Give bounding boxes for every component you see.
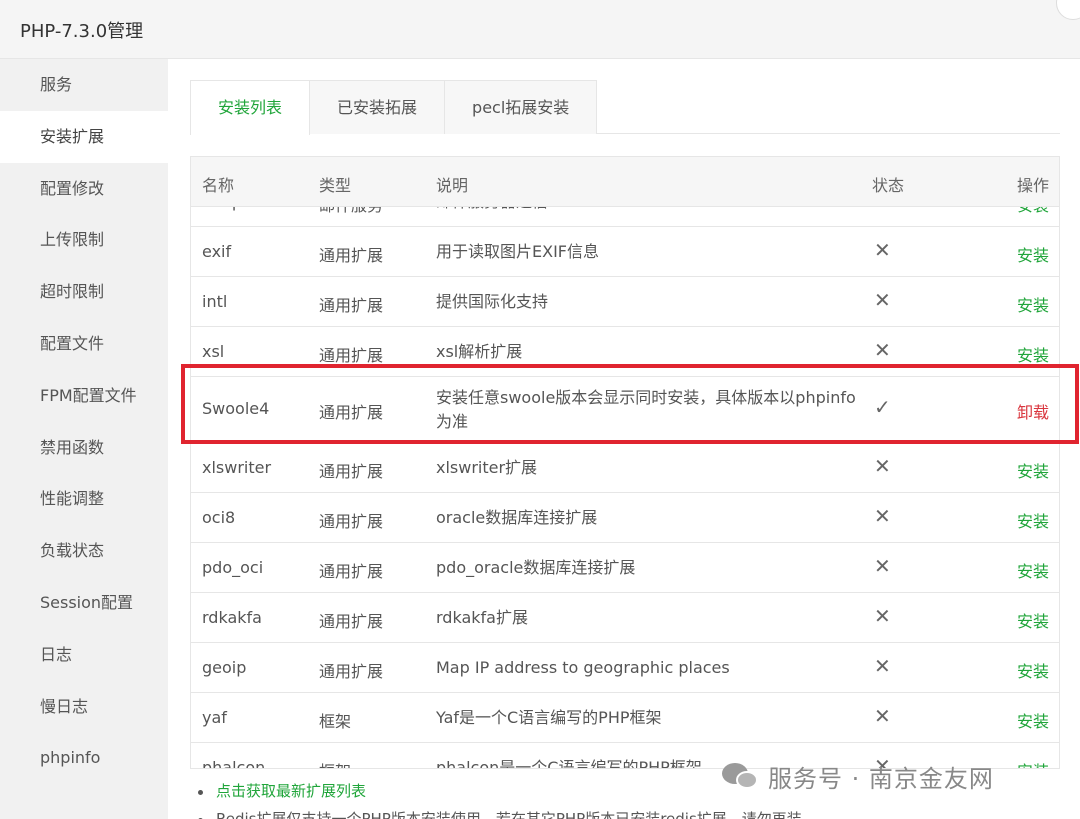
highlight-box — [181, 364, 1079, 444]
sidebar-item-log[interactable]: 日志 — [0, 629, 168, 681]
cell-type: 框架 — [319, 712, 352, 731]
window-title: PHP-7.3.0管理 — [20, 21, 144, 42]
cell-desc: 提供国际化支持 — [436, 292, 549, 311]
tab-installed-extensions[interactable]: 已安装拓展 — [309, 80, 446, 134]
cell-desc: Yaf是一个C语言编写的PHP框架 — [436, 708, 662, 727]
cross-icon: ✕ — [874, 288, 891, 312]
cell-desc: oracle数据库连接扩展 — [436, 508, 598, 527]
cell-desc: xsl解析扩展 — [436, 342, 523, 361]
sidebar-item-performance[interactable]: 性能调整 — [0, 473, 168, 525]
install-button[interactable]: 安装 — [1017, 508, 1049, 532]
cell-type: 框架 — [319, 758, 351, 768]
sidebar-item-phpinfo[interactable]: phpinfo — [0, 732, 168, 784]
close-icon[interactable] — [1056, 0, 1080, 20]
cell-name: xlswriter — [202, 458, 272, 477]
install-button[interactable]: 安装 — [1017, 658, 1049, 682]
cell-name: pdo_oci — [202, 558, 264, 577]
table-header: 名称 类型 说明 状态 操作 — [191, 157, 1059, 207]
cross-icon: ✕ — [874, 654, 891, 678]
table-row: oci8 通用扩展 oracle数据库连接扩展 ✕ 安装 — [191, 493, 1059, 543]
note-text: Redis扩展仅支持一个PHP版本安装使用，若在其它PHP版本已安装redis扩… — [216, 810, 802, 819]
install-button[interactable]: 安装 — [1017, 458, 1049, 482]
wechat-icon — [722, 761, 760, 791]
table-row: xlswriter 通用扩展 xlswriter扩展 ✕ 安装 — [191, 443, 1059, 493]
cell-name: phalcon — [202, 758, 266, 769]
sidebar-item-load-status[interactable]: 负载状态 — [0, 525, 168, 577]
cell-type: 通用扩展 — [319, 612, 384, 631]
cell-type: 通用扩展 — [319, 346, 384, 365]
cell-name: geoip — [202, 658, 247, 677]
cell-type: 通用扩展 — [319, 462, 384, 481]
tab-bar: 安装列表 已安装拓展 pecl拓展安装 — [190, 80, 1060, 135]
cell-desc: xlswriter扩展 — [436, 458, 538, 477]
cell-type: 通用扩展 — [319, 246, 384, 265]
cell-type: 通用扩展 — [319, 562, 384, 581]
cross-icon: ✕ — [874, 454, 891, 478]
table-row: pdo_oci 通用扩展 pdo_oracle数据库连接扩展 ✕ 安装 — [191, 543, 1059, 593]
cell-name: intl — [202, 292, 228, 311]
install-button[interactable]: 安装 — [1017, 292, 1049, 316]
cell-type: 通用扩展 — [319, 512, 384, 531]
refresh-extension-list-link[interactable]: 点击获取最新扩展列表 — [216, 782, 366, 800]
cell-name: exif — [202, 242, 232, 261]
install-button[interactable]: 安装 — [1017, 242, 1049, 266]
watermark-text: 服务号 · 南京金友网 — [768, 764, 994, 793]
cell-desc: pdo_oracle数据库连接扩展 — [436, 558, 636, 577]
cross-icon: ✕ — [874, 504, 891, 528]
table-row: yaf 框架 Yaf是一个C语言编写的PHP框架 ✕ 安装 — [191, 693, 1059, 743]
sidebar-item-config-edit[interactable]: 配置修改 — [0, 163, 168, 215]
window-titlebar: PHP-7.3.0管理 — [0, 0, 1080, 59]
install-button[interactable]: 安装 — [1017, 758, 1049, 768]
install-button[interactable]: 安装 — [1017, 608, 1049, 632]
table-row: exif 通用扩展 用于读取图片EXIF信息 ✕ 安装 — [191, 227, 1059, 277]
table-row: geoip 通用扩展 Map IP address to geographic … — [191, 643, 1059, 693]
sidebar-item-fpm-config[interactable]: FPM配置文件 — [0, 370, 168, 422]
cross-icon: ✕ — [874, 338, 891, 362]
install-button[interactable]: 安装 — [1017, 708, 1049, 732]
cell-name: xsl — [202, 342, 225, 361]
cell-type: 通用扩展 — [319, 296, 384, 315]
extension-table: 名称 类型 说明 状态 操作 imap 邮件服务 邮件服务器通信 ✓ 安装 ex… — [190, 156, 1060, 769]
sidebar-item-session[interactable]: Session配置 — [0, 577, 168, 629]
sidebar-item-disabled-functions[interactable]: 禁用函数 — [0, 422, 168, 474]
tab-install-list[interactable]: 安装列表 — [190, 80, 311, 135]
install-button[interactable]: 安装 — [1017, 342, 1049, 366]
header-desc: 说明 — [436, 176, 469, 195]
sidebar-item-install-extension[interactable]: 安装扩展 — [0, 110, 168, 163]
tab-pecl-install[interactable]: pecl拓展安装 — [444, 80, 598, 134]
cell-name: yaf — [202, 708, 227, 727]
header-status: 状态 — [872, 176, 905, 195]
cell-name: oci8 — [202, 508, 236, 527]
sidebar-item-timeout-limit[interactable]: 超时限制 — [0, 266, 168, 318]
sidebar-item-upload-limit[interactable]: 上传限制 — [0, 214, 168, 266]
cross-icon: ✕ — [874, 554, 891, 578]
note-item: Redis扩展仅支持一个PHP版本安装使用，若在其它PHP版本已安装redis扩… — [190, 808, 1070, 819]
sidebar-item-service[interactable]: 服务 — [0, 59, 168, 111]
header-name: 名称 — [202, 176, 235, 195]
watermark: 服务号 · 南京金友网 — [722, 756, 994, 796]
cell-desc: 用于读取图片EXIF信息 — [436, 242, 599, 261]
sidebar-item-slow-log[interactable]: 慢日志 — [0, 681, 168, 733]
sidebar: 服务 安装扩展 配置修改 上传限制 超时限制 配置文件 FPM配置文件 禁用函数… — [0, 59, 168, 819]
cross-icon: ✕ — [874, 704, 891, 728]
cell-name: rdkakfa — [202, 608, 262, 627]
cell-desc: Map IP address to geographic places — [436, 658, 730, 677]
header-type: 类型 — [319, 176, 352, 195]
install-button[interactable]: 安装 — [1017, 558, 1049, 582]
table-row: intl 通用扩展 提供国际化支持 ✕ 安装 — [191, 277, 1059, 327]
header-op: 操作 — [1016, 176, 1049, 195]
cell-type: 通用扩展 — [319, 662, 384, 681]
cross-icon: ✕ — [874, 604, 891, 628]
sidebar-item-config-file[interactable]: 配置文件 — [0, 318, 168, 370]
cell-desc: rdkakfa扩展 — [436, 608, 528, 627]
cross-icon: ✕ — [874, 238, 891, 262]
table-row: rdkakfa 通用扩展 rdkakfa扩展 ✕ 安装 — [191, 593, 1059, 643]
